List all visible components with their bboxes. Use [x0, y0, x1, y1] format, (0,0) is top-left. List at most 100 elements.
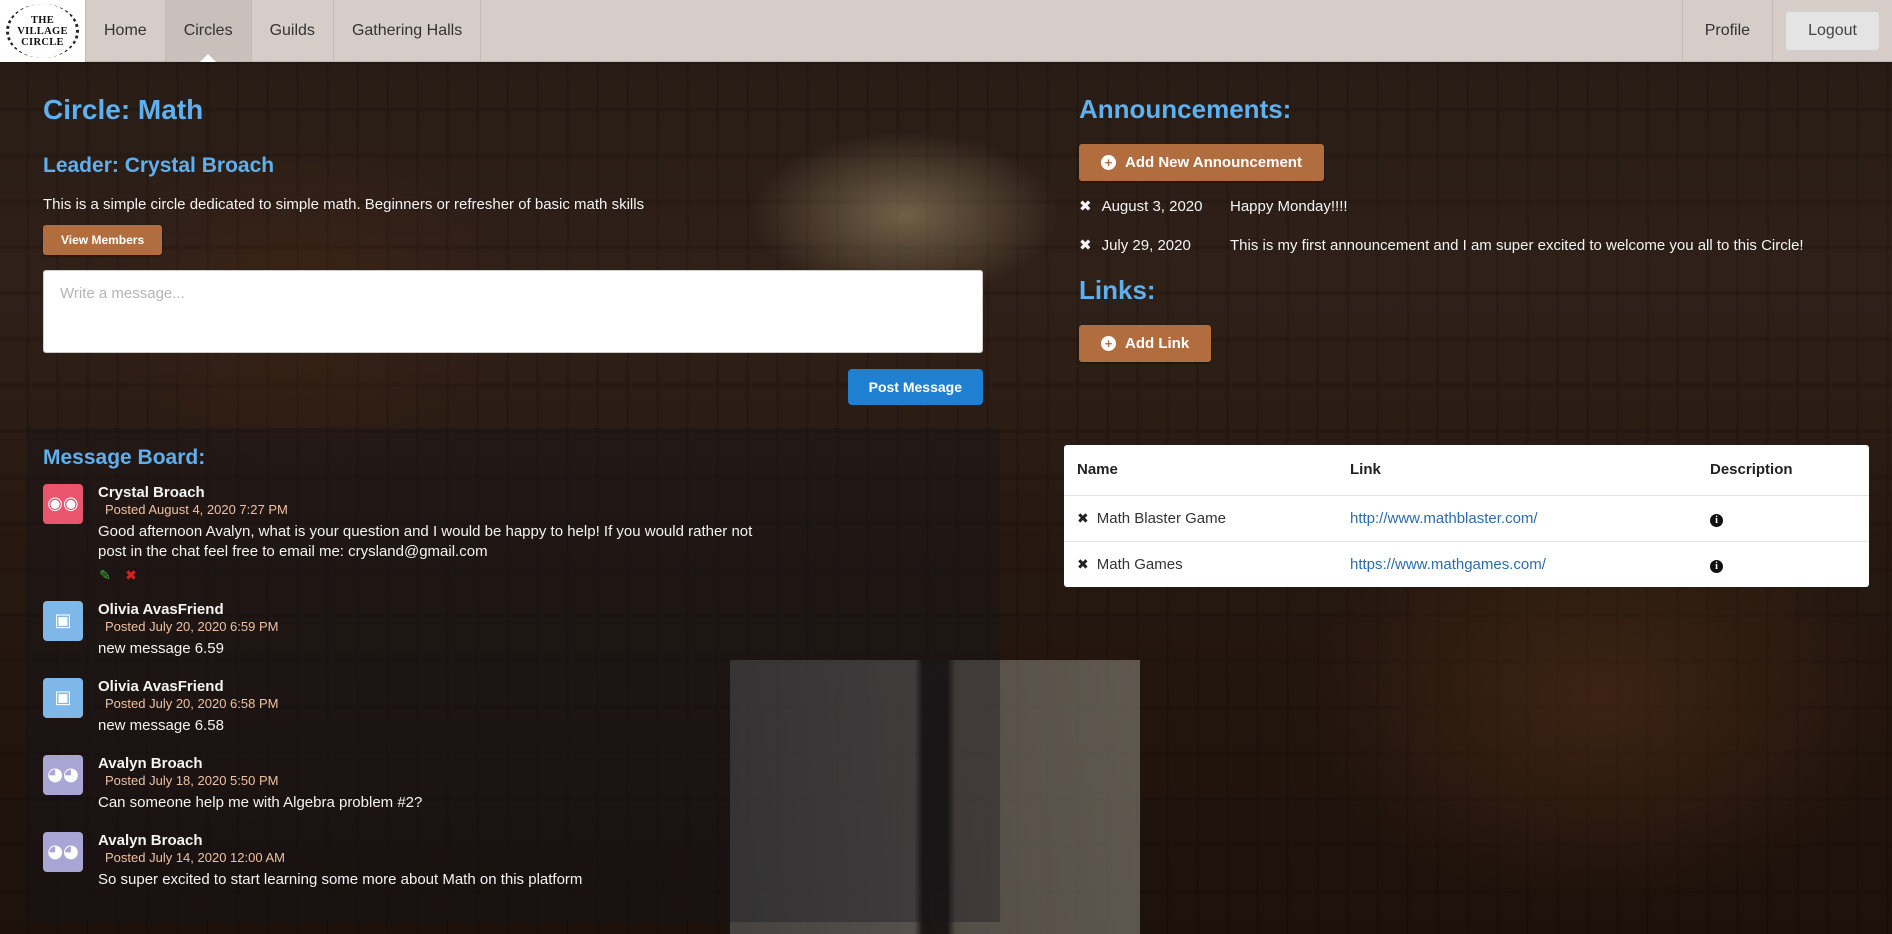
avatar: ▣ — [43, 678, 83, 718]
view-members-button[interactable]: View Members — [43, 225, 163, 255]
navbar: THE VILLAGE CIRCLE Home Circles Guilds G… — [0, 0, 1892, 62]
link-description-cell: i — [1697, 495, 1869, 542]
message-body: Crystal Broach Posted August 4, 2020 7:2… — [98, 484, 985, 582]
announcement-item: ✖ July 29, 2020 This is my first announce… — [1079, 236, 1869, 256]
link-name-cell: ✖ Math Games — [1064, 541, 1337, 587]
message-author: Crystal Broach — [98, 484, 205, 501]
message-actions: ✎ ✖ — [98, 568, 985, 582]
link-url-cell: https://www.mathgames.com/ — [1337, 541, 1697, 587]
avatar: ▣ — [43, 601, 83, 641]
x-icon[interactable]: ✖ — [1079, 197, 1092, 217]
message-author: Avalyn Broach — [98, 755, 203, 772]
monster-avatar-icon: ◉◉ — [47, 493, 79, 514]
robot-avatar-icon: ▣ — [54, 687, 72, 708]
nav-home[interactable]: Home — [85, 0, 166, 61]
message-text: new message 6.58 — [98, 717, 224, 734]
links-title: Links: — [1079, 275, 1156, 305]
message-date: Posted August 4, 2020 7:27 PM — [105, 502, 288, 517]
circle-details: Circle: Math Leader: Crystal Broach This… — [43, 62, 983, 405]
avatar: ◉◉ — [43, 484, 83, 524]
announcement-item: ✖ August 3, 2020 Happy Monday!!!! — [1079, 197, 1869, 217]
links-header-row: Name Link Description — [1064, 445, 1869, 496]
logout-button[interactable]: Logout — [1785, 10, 1880, 51]
avatar: ◕◕ — [43, 755, 83, 795]
message-author: Olivia AvasFriend — [98, 601, 224, 618]
message-date: Posted July 20, 2020 6:58 PM — [105, 696, 279, 711]
plus-circle-icon: + — [1101, 336, 1116, 351]
announcement-list: ✖ August 3, 2020 Happy Monday!!!! ✖ July 2… — [1079, 197, 1869, 256]
message-author: Olivia AvasFriend — [98, 678, 224, 695]
info-icon[interactable]: i — [1710, 559, 1723, 573]
message-body: Olivia AvasFriend Posted July 20, 2020 6… — [98, 601, 985, 659]
monster-avatar-icon: ◕◕ — [47, 764, 79, 785]
nav-gathering-halls[interactable]: Gathering Halls — [334, 0, 482, 61]
message-item: ◉◉ Crystal Broach Posted August 4, 2020 … — [43, 484, 985, 582]
add-link-label: Add Link — [1125, 335, 1190, 352]
message-text: Good afternoon Avalyn, what is your ques… — [98, 523, 753, 560]
info-icon[interactable]: i — [1710, 513, 1723, 527]
circle-description: This is a simple circle dedicated to sim… — [43, 196, 645, 213]
monster-avatar-icon: ◕◕ — [47, 841, 79, 862]
logo-text: THE VILLAGE CIRCLE — [17, 14, 68, 48]
table-row: ✖ Math Blaster Game http://www.mathblaste… — [1064, 495, 1869, 542]
announcement-date-cell: ✖ August 3, 2020 — [1079, 197, 1230, 217]
message-board: Message Board: ◉◉ Crystal Broach Posted … — [28, 428, 1000, 922]
message-item: ▣ Olivia AvasFriend Posted July 20, 2020… — [43, 678, 985, 736]
message-input[interactable] — [43, 270, 983, 353]
message-body: Avalyn Broach Posted July 18, 2020 5:50 … — [98, 755, 985, 813]
circle-leader: Leader: Crystal Broach — [43, 154, 275, 177]
column-header-name: Name — [1064, 445, 1337, 496]
add-announcement-label: Add New Announcement — [1125, 154, 1302, 171]
announcement-date: July 29, 2020 — [1101, 237, 1191, 254]
nav-right: Profile Logout — [1681, 0, 1892, 61]
announcements-title: Announcements: — [1079, 94, 1292, 124]
delete-icon[interactable]: ✖ — [124, 568, 138, 582]
announcement-text: This is my first announcement and I am s… — [1230, 237, 1804, 254]
village-circle-logo[interactable]: THE VILLAGE CIRCLE — [0, 0, 85, 62]
message-date: Posted July 14, 2020 12:00 AM — [105, 850, 285, 865]
table-row: ✖ Math Games https://www.mathgames.com/ i — [1064, 541, 1869, 587]
add-link-button[interactable]: + Add Link — [1079, 325, 1212, 362]
x-icon[interactable]: ✖ — [1077, 510, 1089, 527]
x-icon[interactable]: ✖ — [1077, 556, 1089, 573]
link-url[interactable]: https://www.mathgames.com/ — [1350, 556, 1546, 573]
message-date: Posted July 18, 2020 5:50 PM — [105, 773, 279, 788]
message-body: Olivia AvasFriend Posted July 20, 2020 6… — [98, 678, 985, 736]
message-item: ▣ Olivia AvasFriend Posted July 20, 2020… — [43, 601, 985, 659]
message-date: Posted July 20, 2020 6:59 PM — [105, 619, 279, 634]
post-message-button[interactable]: Post Message — [847, 369, 983, 405]
announcement-date-cell: ✖ July 29, 2020 — [1079, 236, 1230, 256]
link-url-cell: http://www.mathblaster.com/ — [1337, 495, 1697, 542]
column-header-link: Link — [1337, 445, 1697, 496]
links-table: Name Link Description ✖ Math Blaster Game… — [1064, 445, 1869, 587]
plus-circle-icon: + — [1101, 155, 1116, 170]
nav-circles[interactable]: Circles — [165, 0, 252, 62]
post-row: Post Message — [43, 369, 983, 405]
message-body: Avalyn Broach Posted July 14, 2020 12:00… — [98, 832, 985, 890]
announcement-text: Happy Monday!!!! — [1230, 198, 1348, 215]
link-description-cell: i — [1697, 541, 1869, 587]
nav-profile[interactable]: Profile — [1681, 0, 1774, 61]
nav-guilds[interactable]: Guilds — [252, 0, 334, 61]
message-board-title: Message Board: — [43, 446, 206, 469]
message-text: new message 6.59 — [98, 640, 224, 657]
message-item: ◕◕ Avalyn Broach Posted July 18, 2020 5:… — [43, 755, 985, 813]
link-name-cell: ✖ Math Blaster Game — [1064, 495, 1337, 542]
robot-avatar-icon: ▣ — [54, 610, 72, 631]
message-text: So super excited to start learning some … — [98, 871, 583, 888]
message-text: Can someone help me with Algebra problem… — [98, 794, 423, 811]
announcement-date: August 3, 2020 — [1101, 198, 1203, 215]
avatar: ◕◕ — [43, 832, 83, 872]
link-url[interactable]: http://www.mathblaster.com/ — [1350, 510, 1538, 527]
link-name: Math Blaster Game — [1096, 509, 1226, 527]
message-author: Avalyn Broach — [98, 832, 203, 849]
message-item: ◕◕ Avalyn Broach Posted July 14, 2020 12… — [43, 832, 985, 890]
circle-title: Circle: Math — [43, 94, 204, 125]
x-icon[interactable]: ✖ — [1079, 236, 1092, 256]
link-name: Math Games — [1096, 555, 1183, 573]
edit-icon[interactable]: ✎ — [98, 568, 112, 582]
add-announcement-button[interactable]: + Add New Announcement — [1079, 144, 1324, 181]
circle-sidebar: Announcements: + Add New Announcement ✖ A… — [1079, 62, 1869, 362]
column-header-description: Description — [1697, 445, 1869, 496]
